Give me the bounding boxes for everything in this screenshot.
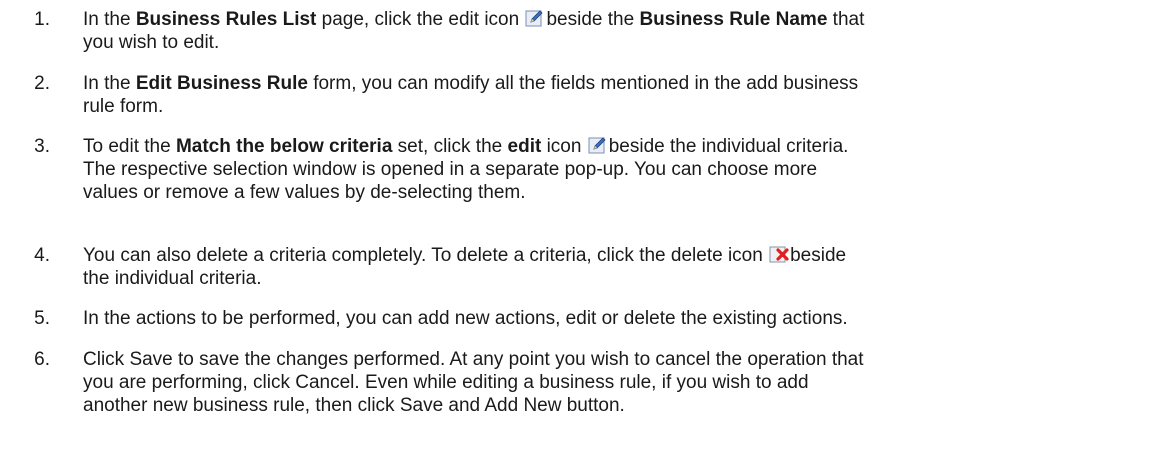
step-text: To edit the Match the below criteria set… [83, 135, 849, 203]
step-number: 3. [34, 136, 50, 157]
step-number: 5. [34, 308, 50, 329]
step-text: In the actions to be performed, you can … [83, 308, 848, 329]
step-text: In the Edit Business Rule form, you can … [83, 73, 859, 117]
instruction-list: 1. In the Business Rules List page, clic… [0, 0, 1157, 471]
edit-icon [525, 8, 545, 28]
step-text: Click Save to save the changes performed… [83, 349, 864, 416]
step-number: 4. [34, 245, 50, 266]
step-text: In the Business Rules List page, click t… [83, 8, 865, 53]
delete-icon [769, 244, 789, 264]
step-number: 6. [34, 349, 50, 370]
step-text: You can also delete a criteria completel… [83, 244, 847, 289]
page-name: Business Rules List [135, 9, 317, 30]
edit-keyword: edit [507, 136, 542, 157]
form-name: Edit Business Rule [135, 73, 308, 94]
edit-icon [588, 135, 608, 155]
field-name: Business Rule Name [639, 9, 828, 30]
step-number: 1. [34, 9, 50, 30]
criteria-set-name: Match the below criteria [175, 136, 393, 157]
step-number: 2. [34, 73, 50, 94]
